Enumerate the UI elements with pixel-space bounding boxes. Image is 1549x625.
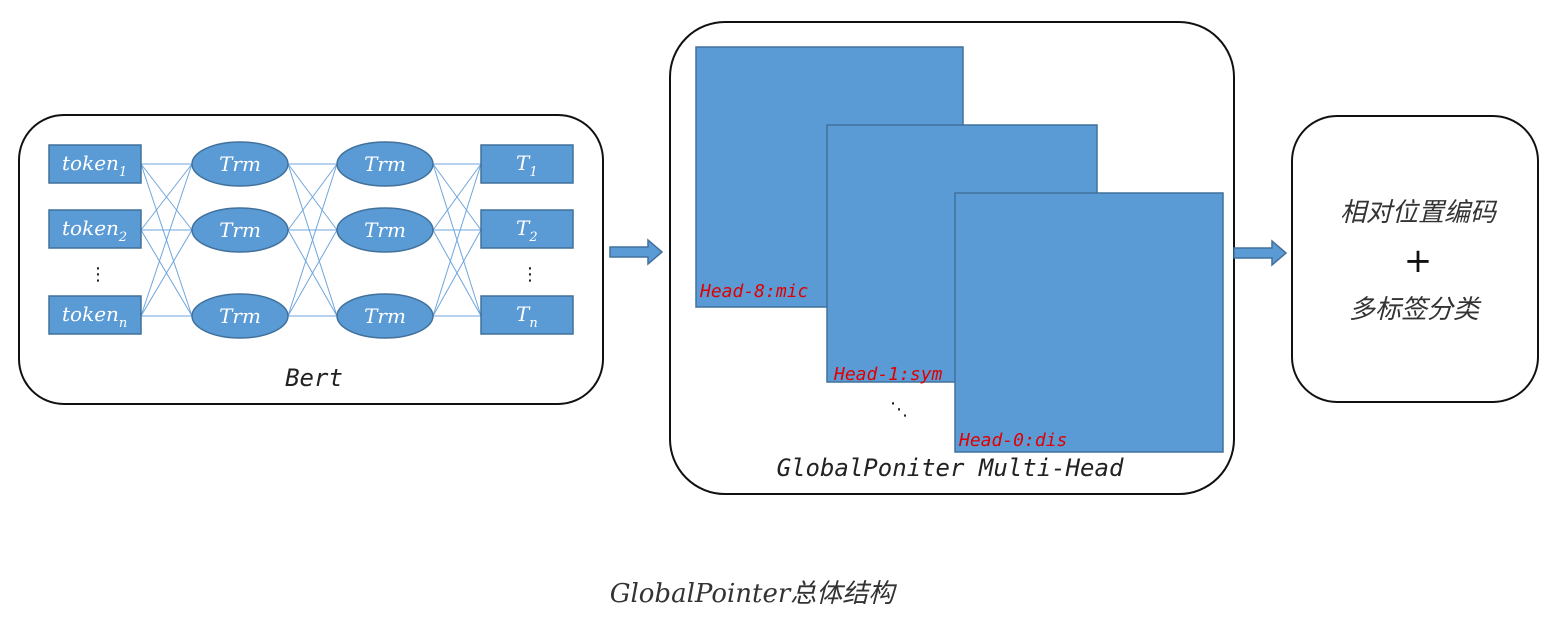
multi-head-panel: Head-8:mic Head-1:sym ⋱ Head-0:dis Globa… bbox=[669, 21, 1235, 495]
output-t-2: T2 bbox=[480, 209, 574, 249]
plus-sign: + bbox=[1404, 241, 1433, 281]
multi-head-label: GlobalPoniter Multi-Head bbox=[777, 454, 1124, 482]
arrow-right-icon bbox=[609, 238, 664, 266]
head-ellipsis: ⋱ bbox=[890, 399, 908, 420]
token-input-n: tokenn bbox=[48, 295, 142, 335]
output-panel: 相对位置编码 + 多标签分类 bbox=[1291, 115, 1539, 403]
output-t-n: Tn bbox=[480, 295, 574, 335]
token-input-1: token1 bbox=[48, 144, 142, 184]
diagram-canvas: token1 token2 ⋮ tokenn Trm Trm Trm Trm T… bbox=[18, 21, 1539, 609]
bert-label: Bert bbox=[285, 364, 343, 392]
trm-label: Trm bbox=[219, 218, 261, 242]
trm-label: Trm bbox=[364, 304, 406, 328]
trm-label: Trm bbox=[219, 304, 261, 328]
trm-layer-1: Trm Trm Trm bbox=[191, 141, 289, 339]
trm-label: Trm bbox=[219, 152, 261, 176]
figure-caption: GlobalPointer总体结构 bbox=[610, 579, 898, 609]
bert-panel: token1 token2 ⋮ tokenn Trm Trm Trm Trm T… bbox=[18, 114, 604, 405]
token-ellipsis: ⋮ bbox=[89, 264, 107, 285]
relative-position-encoding-label: 相对位置编码 bbox=[1340, 198, 1498, 228]
head-label-middle: Head-1:sym bbox=[833, 364, 943, 385]
output-t-1: T1 bbox=[480, 144, 574, 184]
head-label-back: Head-8:mic bbox=[699, 281, 808, 302]
output-ellipsis: ⋮ bbox=[521, 264, 539, 285]
head-sheet-front bbox=[954, 192, 1224, 453]
head-label-front: Head-0:dis bbox=[958, 430, 1067, 451]
arrow-right-icon bbox=[1233, 239, 1288, 267]
trm-layer-2: Trm Trm Trm bbox=[336, 141, 434, 339]
trm-label: Trm bbox=[364, 152, 406, 176]
trm-label: Trm bbox=[364, 218, 406, 242]
token-input-2: token2 bbox=[48, 209, 142, 249]
multi-label-classification-label: 多标签分类 bbox=[1349, 295, 1482, 325]
